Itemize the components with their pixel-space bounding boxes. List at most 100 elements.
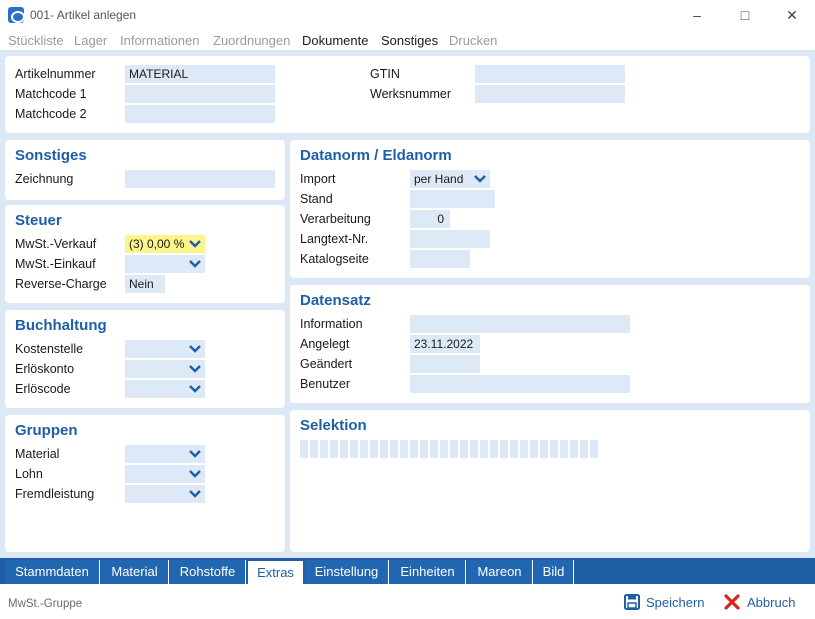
mwst-verkauf-select[interactable]: (3) 0,00 % [125,235,205,253]
selektion-cell[interactable] [420,440,428,458]
status-bar: MwSt.-Gruppe Speichern Abbruch [0,584,815,619]
menu-informationen[interactable]: Informationen [120,33,200,48]
reverse-charge-field[interactable]: Nein [125,275,165,293]
artikelnummer-field[interactable]: MATERIAL [125,65,275,83]
selektion-cell[interactable] [530,440,538,458]
selektion-cell[interactable] [350,440,358,458]
lohn-select[interactable] [125,465,205,483]
erloescode-label: Erlöscode [15,382,71,396]
selektion-cell[interactable] [360,440,368,458]
selektion-cell[interactable] [330,440,338,458]
selektion-cell[interactable] [560,440,568,458]
gtin-field[interactable] [475,65,625,83]
selektion-cell[interactable] [340,440,348,458]
save-icon [624,594,640,610]
angelegt-field[interactable]: 23.11.2022 [410,335,480,353]
langtext-field[interactable] [410,230,490,248]
werksnummer-label: Werksnummer [370,87,452,101]
selektion-cell[interactable] [300,440,308,458]
status-text: MwSt.-Gruppe [8,598,83,610]
import-select[interactable]: per Hand [410,170,490,188]
tab-mareon[interactable]: Mareon [467,560,533,584]
werksnummer-field[interactable] [475,85,625,103]
menu-drucken[interactable]: Drucken [449,33,497,48]
import-value: per Hand [414,172,464,186]
selektion-cell[interactable] [370,440,378,458]
tab-extras[interactable]: Extras [247,560,304,584]
tab-einheiten[interactable]: Einheiten [390,560,466,584]
selektion-cell[interactable] [480,440,488,458]
zeichnung-label: Zeichnung [15,172,74,186]
title-bar: 001- Artikel anlegen – □ ✕ [0,0,815,30]
erloescode-select[interactable] [125,380,205,398]
window-title: 001- Artikel anlegen [30,8,137,22]
tab-bar: Stammdaten Material Rohstoffe Extras Ein… [0,558,815,584]
selektion-cell[interactable] [380,440,388,458]
maximize-button[interactable]: □ [730,4,760,26]
fremdleistung-select[interactable] [125,485,205,503]
zeichnung-field[interactable] [125,170,275,188]
tab-stammdaten[interactable]: Stammdaten [5,560,100,584]
minimize-button[interactable]: – [682,4,712,26]
selektion-cell[interactable] [320,440,328,458]
close-button[interactable]: ✕ [777,4,807,26]
chevron-down-icon [474,175,486,183]
save-label: Speichern [646,595,705,610]
menu-dokumente[interactable]: Dokumente [302,33,368,48]
verarbeitung-label: Verarbeitung [300,212,371,226]
mwst-einkauf-label: MwSt.-Einkauf [15,257,96,271]
chevron-down-icon [189,385,201,393]
benutzer-field[interactable] [410,375,630,393]
menu-zuordnungen[interactable]: Zuordnungen [213,33,290,48]
selektion-cell[interactable] [520,440,528,458]
erloeskonto-select[interactable] [125,360,205,378]
information-field[interactable] [410,315,630,333]
menu-lager[interactable]: Lager [74,33,107,48]
menu-sonstiges[interactable]: Sonstiges [381,33,438,48]
mwst-einkauf-select[interactable] [125,255,205,273]
selektion-cell[interactable] [580,440,588,458]
matchcode1-label: Matchcode 1 [15,87,87,101]
material-select[interactable] [125,445,205,463]
matchcode1-field[interactable] [125,85,275,103]
cancel-label: Abbruch [747,595,796,610]
menu-stueckliste[interactable]: Stückliste [8,33,64,48]
cancel-button[interactable]: Abbruch [724,594,795,610]
geaendert-field[interactable] [410,355,480,373]
selektion-cell[interactable] [540,440,548,458]
material-label: Material [15,447,60,461]
selektion-title: Selektion [300,417,367,434]
katalogseite-field[interactable] [410,250,470,268]
matchcode2-field[interactable] [125,105,275,123]
tab-einstellung[interactable]: Einstellung [305,560,389,584]
steuer-title: Steuer [15,212,62,229]
selektion-cell[interactable] [450,440,458,458]
selektion-cell[interactable] [590,440,598,458]
cancel-icon [724,594,740,610]
tab-bild[interactable]: Bild [534,560,574,584]
selektion-cell[interactable] [390,440,398,458]
selektion-cell[interactable] [490,440,498,458]
buchhaltung-title: Buchhaltung [15,317,107,334]
tab-material[interactable]: Material [101,560,169,584]
matchcode2-label: Matchcode 2 [15,107,87,121]
selektion-cell[interactable] [470,440,478,458]
selektion-cell[interactable] [570,440,578,458]
selektion-cell[interactable] [430,440,438,458]
tab-rohstoffe[interactable]: Rohstoffe [170,560,246,584]
selektion-cell[interactable] [310,440,318,458]
selektion-cell[interactable] [510,440,518,458]
selektion-cell[interactable] [550,440,558,458]
selektion-cell[interactable] [410,440,418,458]
kostenstelle-select[interactable] [125,340,205,358]
app-logo-icon [8,7,25,23]
verarbeitung-field[interactable]: 0 [410,210,450,228]
selektion-cell[interactable] [460,440,468,458]
chevron-down-icon [189,240,201,248]
stand-field[interactable] [410,190,495,208]
selektion-cell[interactable] [500,440,508,458]
save-button[interactable]: Speichern [624,594,705,610]
selektion-cell[interactable] [440,440,448,458]
selektion-cell[interactable] [400,440,408,458]
mwst-verkauf-label: MwSt.-Verkauf [15,237,97,251]
